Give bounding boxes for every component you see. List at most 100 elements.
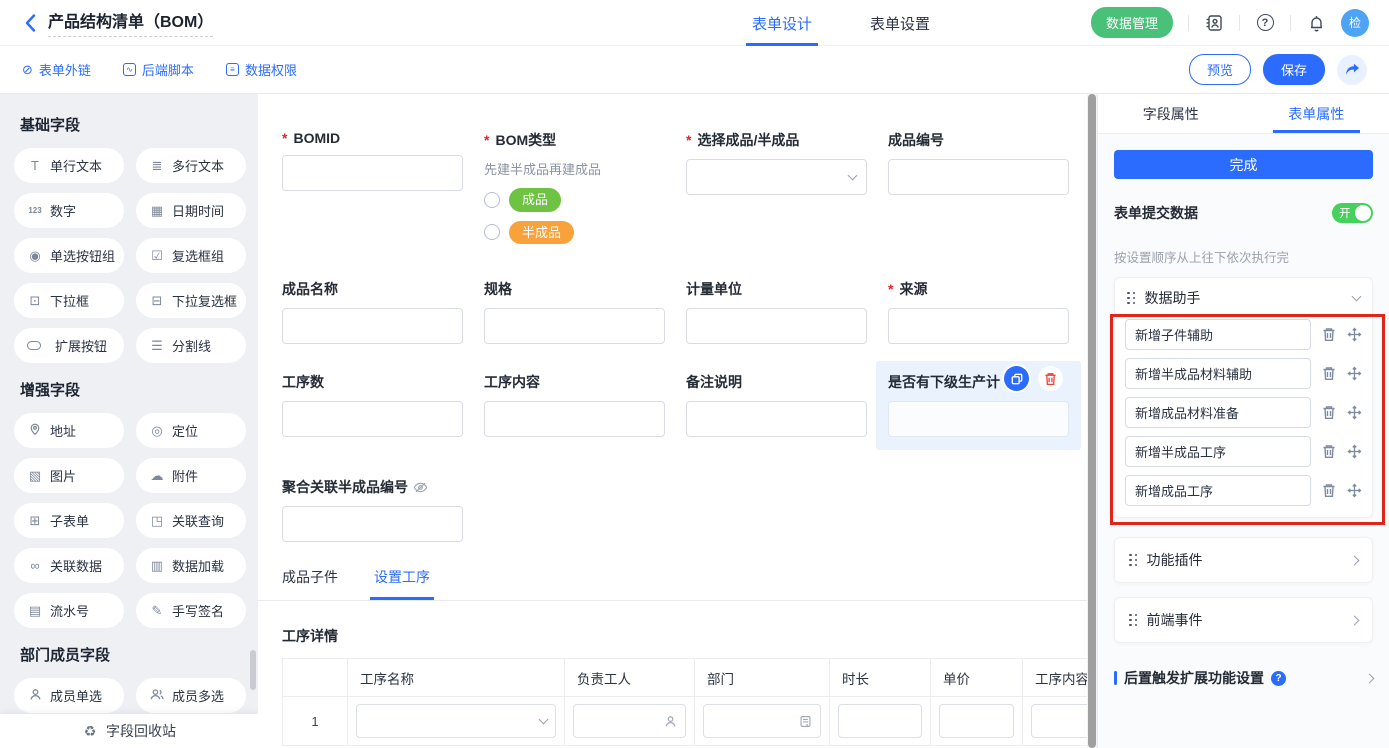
- field-select-product[interactable]: 选择成品/半成品: [686, 130, 867, 253]
- spec-input[interactable]: [484, 308, 665, 344]
- tab-product-children[interactable]: 成品子件: [282, 567, 338, 600]
- sidebar-field-data-load[interactable]: ▥数据加载: [136, 548, 246, 583]
- contacts-icon[interactable]: [1204, 13, 1224, 33]
- canvas-scrollbar[interactable]: [1088, 94, 1096, 748]
- sidebar-field-radio-group[interactable]: ◉单选按钮组: [14, 238, 124, 273]
- department-input[interactable]: [703, 704, 821, 738]
- product-code-input[interactable]: [888, 159, 1069, 195]
- helper-item-input[interactable]: 新增成品材料准备: [1125, 397, 1311, 428]
- field-unit[interactable]: 计量单位: [686, 279, 867, 344]
- sidebar-field-signature[interactable]: ✎手写签名: [136, 593, 246, 628]
- delete-helper-button[interactable]: [1322, 366, 1336, 381]
- backend-script-link[interactable]: ∿ 后端脚本: [123, 60, 194, 79]
- product-name-input[interactable]: [282, 308, 463, 344]
- unit-input[interactable]: [686, 308, 867, 344]
- sidebar-scrollbar[interactable]: [250, 650, 256, 690]
- process-name-select[interactable]: [356, 704, 556, 738]
- badge-semi-finished[interactable]: 半成品: [509, 221, 574, 245]
- sidebar-field-linked-data[interactable]: ∞关联数据: [14, 548, 124, 583]
- done-button[interactable]: 完成: [1114, 150, 1373, 179]
- share-button[interactable]: [1337, 55, 1367, 85]
- field-process-count[interactable]: 工序数: [282, 372, 463, 450]
- sidebar-field-extend-button[interactable]: 扩展按钮: [14, 328, 124, 363]
- move-helper-button[interactable]: [1347, 405, 1362, 420]
- copy-field-button[interactable]: [1004, 366, 1029, 391]
- process-content-input[interactable]: [484, 401, 665, 437]
- drag-handle-icon[interactable]: [1127, 292, 1136, 305]
- remark-input[interactable]: [686, 401, 867, 437]
- data-helper-header[interactable]: 数据助手: [1115, 278, 1372, 318]
- data-manage-button[interactable]: 数据管理: [1091, 7, 1173, 38]
- move-helper-button[interactable]: [1347, 366, 1362, 381]
- sidebar-field-textarea[interactable]: ≣多行文本: [136, 148, 246, 183]
- helper-item-input[interactable]: 新增成品工序: [1125, 475, 1311, 506]
- field-source[interactable]: 来源: [888, 279, 1069, 344]
- submit-data-toggle[interactable]: 开: [1332, 203, 1373, 223]
- drag-handle-icon[interactable]: [1129, 554, 1138, 567]
- field-process-content[interactable]: 工序内容: [484, 372, 665, 450]
- plugins-section[interactable]: 功能插件: [1114, 537, 1373, 583]
- delete-helper-button[interactable]: [1322, 327, 1336, 342]
- field-has-sub-plan-selected[interactable]: 是否有下级生产计: [888, 372, 1069, 450]
- radio-semi-finished[interactable]: [484, 224, 500, 240]
- move-helper-button[interactable]: [1347, 444, 1362, 459]
- sidebar-field-member-multi[interactable]: 成员多选: [136, 678, 246, 713]
- field-agg-code[interactable]: 聚合关联半成品编号: [282, 477, 512, 542]
- sidebar-field-image[interactable]: ▧图片: [14, 458, 124, 493]
- field-recycle-bin[interactable]: ♻ 字段回收站: [0, 714, 258, 748]
- badge-finished[interactable]: 成品: [509, 188, 561, 212]
- preview-button[interactable]: 预览: [1189, 54, 1251, 85]
- chevron-down-icon[interactable]: [1352, 291, 1362, 301]
- drag-handle-icon[interactable]: [1129, 614, 1138, 627]
- sidebar-field-divider[interactable]: ☰分割线: [136, 328, 246, 363]
- field-bom-type[interactable]: BOM类型 先建半成品再建成品 成品 半成品: [484, 130, 665, 253]
- unit-price-input[interactable]: [939, 704, 1014, 738]
- field-product-code[interactable]: 成品编号: [888, 130, 1069, 253]
- helper-item-input[interactable]: 新增半成品工序: [1125, 436, 1311, 467]
- post-trigger-settings[interactable]: 后置触发扩展功能设置 ?: [1114, 668, 1373, 688]
- radio-finished[interactable]: [484, 192, 500, 208]
- process-count-input[interactable]: [282, 401, 463, 437]
- data-permission-link[interactable]: ≡ 数据权限: [226, 60, 297, 79]
- help-badge-icon[interactable]: ?: [1271, 671, 1286, 686]
- field-product-name[interactable]: 成品名称: [282, 279, 463, 344]
- has-sub-plan-input[interactable]: [888, 401, 1069, 437]
- helper-item-input[interactable]: 新增半成品材料辅助: [1125, 358, 1311, 389]
- sidebar-field-member-single[interactable]: 成员单选: [14, 678, 124, 713]
- field-bomid[interactable]: BOMID: [282, 130, 463, 253]
- tab-form-properties[interactable]: 表单属性: [1244, 94, 1389, 133]
- move-helper-button[interactable]: [1347, 327, 1362, 342]
- agg-code-input[interactable]: [282, 506, 463, 542]
- move-helper-button[interactable]: [1347, 483, 1362, 498]
- tab-form-settings[interactable]: 表单设置: [870, 0, 930, 46]
- help-icon[interactable]: ?: [1255, 13, 1275, 33]
- user-avatar[interactable]: 检: [1341, 9, 1369, 37]
- sidebar-field-datetime[interactable]: ▦日期时间: [136, 193, 246, 228]
- worker-input[interactable]: [573, 704, 686, 738]
- sidebar-field-checkbox-group[interactable]: ☑复选框组: [136, 238, 246, 273]
- sidebar-field-lookup[interactable]: ◳关联查询: [136, 503, 246, 538]
- tab-field-properties[interactable]: 字段属性: [1098, 94, 1244, 133]
- form-external-link[interactable]: ⊘ 表单外链: [22, 60, 91, 79]
- front-events-section[interactable]: 前端事件: [1114, 597, 1373, 643]
- sidebar-field-location[interactable]: ◎定位: [136, 413, 246, 448]
- sidebar-field-address[interactable]: 地址: [14, 413, 124, 448]
- field-remark[interactable]: 备注说明: [686, 372, 867, 450]
- sidebar-field-multiselect[interactable]: ⊟下拉复选框: [136, 283, 246, 318]
- delete-helper-button[interactable]: [1322, 483, 1336, 498]
- delete-field-button[interactable]: [1038, 366, 1063, 391]
- save-button[interactable]: 保存: [1263, 54, 1325, 85]
- duration-input[interactable]: [838, 704, 922, 738]
- sidebar-field-subform[interactable]: ⊞子表单: [14, 503, 124, 538]
- sidebar-field-serial-number[interactable]: ▤流水号: [14, 593, 124, 628]
- sidebar-field-number[interactable]: 123数字: [14, 193, 124, 228]
- bomid-input[interactable]: [282, 155, 463, 191]
- delete-helper-button[interactable]: [1322, 444, 1336, 459]
- delete-helper-button[interactable]: [1322, 405, 1336, 420]
- sidebar-field-text[interactable]: T单行文本: [14, 148, 124, 183]
- page-title[interactable]: 产品结构清单（BOM）: [48, 8, 213, 37]
- notification-bell-icon[interactable]: [1306, 13, 1326, 33]
- sidebar-field-select[interactable]: ⊡下拉框: [14, 283, 124, 318]
- tab-form-design[interactable]: 表单设计: [752, 0, 812, 46]
- select-product-dropdown[interactable]: [686, 159, 867, 195]
